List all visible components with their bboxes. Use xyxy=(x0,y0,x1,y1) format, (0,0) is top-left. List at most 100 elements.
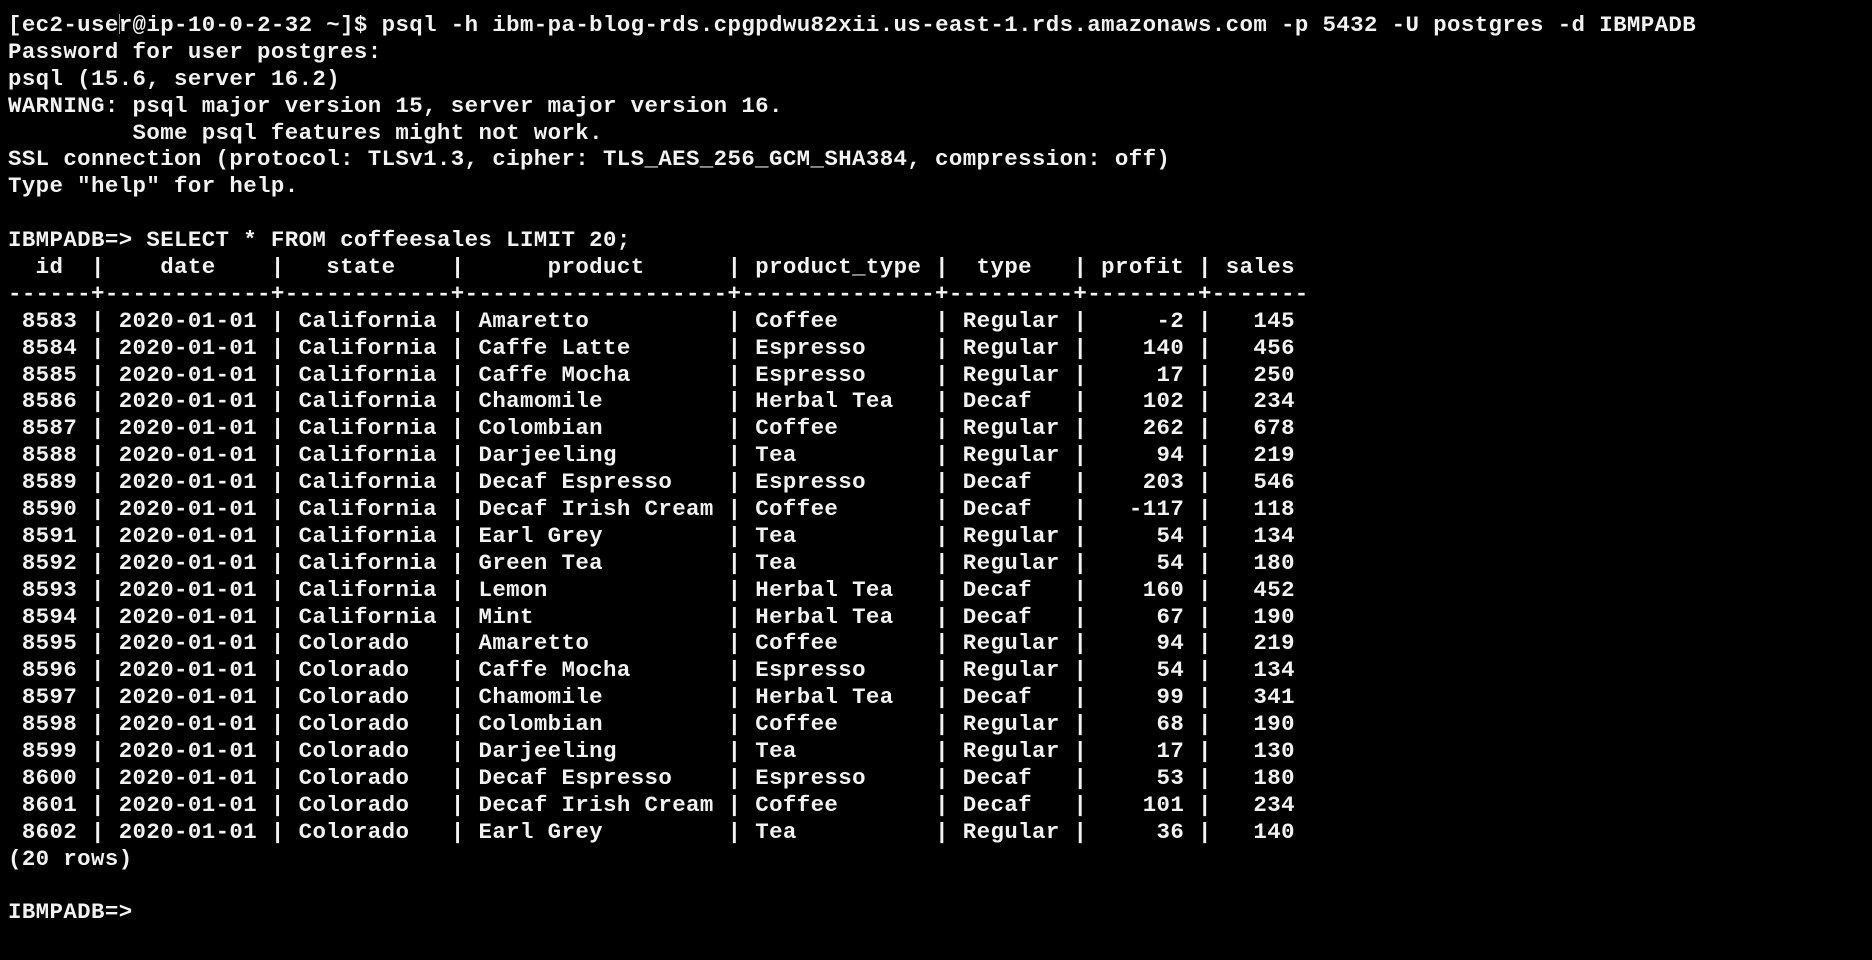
cell-date: 2020-01-01 xyxy=(104,603,271,630)
column-separator: | xyxy=(1198,738,1212,765)
table-row: 8584 | 2020-01-01 | California | Caffe L… xyxy=(8,335,1872,362)
cell-sales: 678 xyxy=(1211,415,1295,442)
cell-product: Darjeeling xyxy=(464,442,728,469)
column-separator: | xyxy=(1073,254,1088,281)
cell-sales: 134 xyxy=(1211,522,1295,549)
column-separator: | xyxy=(270,549,285,576)
input-line[interactable]: IBMPADB=> xyxy=(8,899,1872,926)
shell-command-line: [ec2-user@ip-10-0-2-32 ~]$ psql -h ibm-p… xyxy=(8,12,1872,39)
column-separator: | xyxy=(727,738,742,765)
output-line: psql (15.6, server 16.2) xyxy=(8,65,341,92)
table-row: 8583 | 2020-01-01 | California | Amarett… xyxy=(8,308,1872,335)
cell-product-type: Coffee xyxy=(741,307,936,334)
cell-type: Regular xyxy=(948,738,1074,765)
cell-state: California xyxy=(284,549,451,576)
column-header-sales: sales xyxy=(1211,254,1295,281)
column-separator: | xyxy=(1198,442,1212,469)
column-separator: | xyxy=(935,657,949,684)
cell-product-type: Espresso xyxy=(741,764,936,791)
cell-product: Caffe Mocha xyxy=(464,361,728,388)
query-line: IBMPADB=> SELECT * FROM coffeesales LIMI… xyxy=(8,227,1872,254)
column-separator: | xyxy=(935,603,949,630)
column-separator: | xyxy=(91,630,105,657)
cell-state: Colorado xyxy=(284,630,451,657)
cell-sales: 234 xyxy=(1211,791,1295,818)
cell-state: California xyxy=(284,307,451,334)
cell-product: Darjeeling xyxy=(464,738,728,765)
column-separator: | xyxy=(727,630,742,657)
cell-date: 2020-01-01 xyxy=(104,334,271,361)
column-separator: | xyxy=(270,496,285,523)
table-row: 8591 | 2020-01-01 | California | Earl Gr… xyxy=(8,523,1872,550)
cell-product: Decaf Espresso xyxy=(464,764,728,791)
cell-product-type: Espresso xyxy=(741,657,936,684)
cell-product: Caffe Latte xyxy=(464,334,728,361)
column-separator: | xyxy=(1073,469,1088,496)
cell-state: Colorado xyxy=(284,818,451,845)
cell-product-type: Tea xyxy=(741,738,936,765)
cell-id: 8587 xyxy=(8,415,92,442)
cell-sales: 190 xyxy=(1211,603,1295,630)
cell-type: Decaf xyxy=(948,469,1074,496)
column-separator: | xyxy=(1198,522,1212,549)
cell-type: Decaf xyxy=(948,764,1074,791)
row-count: (20 rows) xyxy=(8,845,133,872)
cell-date: 2020-01-01 xyxy=(104,818,271,845)
cell-product: Amaretto xyxy=(464,307,728,334)
column-separator: | xyxy=(270,738,285,765)
terminal-window[interactable]: [ec2-user@ip-10-0-2-32 ~]$ psql -h ibm-p… xyxy=(0,0,1872,960)
cell-product: Decaf Irish Cream xyxy=(464,496,728,523)
cell-product-type: Espresso xyxy=(741,334,936,361)
column-separator: | xyxy=(1198,469,1212,496)
column-separator: | xyxy=(935,764,949,791)
column-separator: | xyxy=(935,549,949,576)
cell-id: 8586 xyxy=(8,388,92,415)
column-separator: | xyxy=(450,469,465,496)
cell-type: Regular xyxy=(948,630,1074,657)
cell-id: 8594 xyxy=(8,603,92,630)
sql-query: SELECT * FROM coffeesales LIMIT 20; xyxy=(146,227,631,254)
column-separator: | xyxy=(450,603,465,630)
column-header-product: product xyxy=(464,254,728,281)
cell-date: 2020-01-01 xyxy=(104,496,271,523)
table-row: 8587 | 2020-01-01 | California | Colombi… xyxy=(8,415,1872,442)
cell-type: Decaf xyxy=(948,791,1074,818)
column-separator: | xyxy=(935,522,949,549)
output-line: Type "help" for help. xyxy=(8,173,299,200)
table-row: 8592 | 2020-01-01 | California | Green T… xyxy=(8,550,1872,577)
column-separator: | xyxy=(1073,684,1088,711)
column-separator: | xyxy=(91,711,105,738)
cell-sales: 180 xyxy=(1211,549,1295,576)
cell-profit: 17 xyxy=(1087,738,1199,765)
cell-type: Regular xyxy=(948,711,1074,738)
cell-id: 8596 xyxy=(8,657,92,684)
column-separator: | xyxy=(727,791,742,818)
column-separator: | xyxy=(91,254,105,281)
cell-id: 8598 xyxy=(8,711,92,738)
cell-sales: 134 xyxy=(1211,657,1295,684)
column-separator: | xyxy=(91,307,105,334)
column-separator: | xyxy=(450,415,465,442)
column-separator: | xyxy=(1073,711,1088,738)
column-separator: | xyxy=(450,791,465,818)
cell-product: Mint xyxy=(464,603,728,630)
cell-type: Decaf xyxy=(948,496,1074,523)
cell-profit: 140 xyxy=(1087,334,1199,361)
column-separator: | xyxy=(1073,764,1088,791)
column-separator: | xyxy=(1073,415,1088,442)
column-separator: | xyxy=(91,415,105,442)
cell-state: California xyxy=(284,442,451,469)
cell-profit: 54 xyxy=(1087,549,1199,576)
cell-sales: 219 xyxy=(1211,630,1295,657)
column-separator: | xyxy=(935,818,949,845)
column-separator: | xyxy=(727,361,742,388)
column-separator: | xyxy=(91,657,105,684)
table-row: 8595 | 2020-01-01 | Colorado | Amaretto … xyxy=(8,630,1872,657)
cell-product: Decaf Irish Cream xyxy=(464,791,728,818)
cell-product-type: Herbal Tea xyxy=(741,684,936,711)
cell-date: 2020-01-01 xyxy=(104,442,271,469)
column-separator: | xyxy=(91,469,105,496)
cell-date: 2020-01-01 xyxy=(104,764,271,791)
column-separator: | xyxy=(270,791,285,818)
cell-profit: -117 xyxy=(1087,496,1199,523)
